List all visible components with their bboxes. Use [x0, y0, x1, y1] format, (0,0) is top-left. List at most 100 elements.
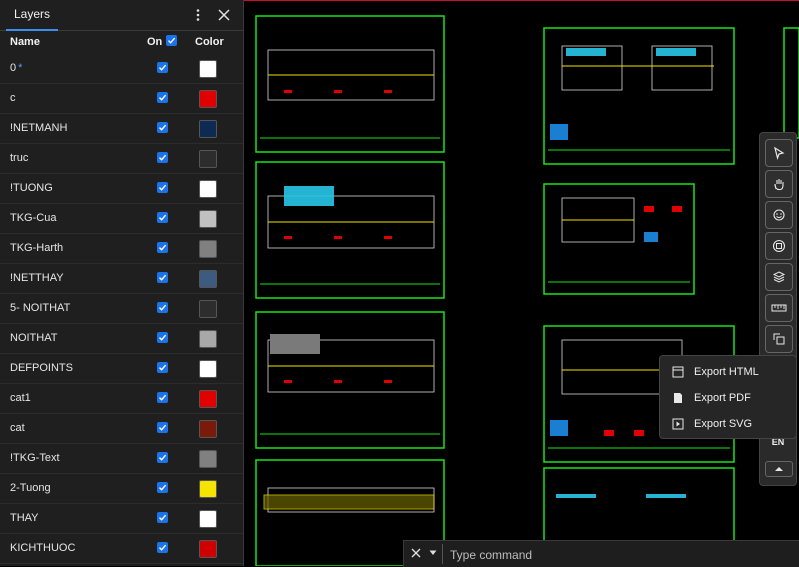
layer-row[interactable]: cat1	[0, 384, 243, 414]
command-input[interactable]	[448, 544, 792, 566]
layer-color-swatch[interactable]	[199, 510, 217, 528]
close-icon[interactable]	[214, 5, 234, 25]
column-color-header: Color	[195, 36, 224, 48]
layer-name: !TKG-Text	[10, 452, 60, 464]
column-header: Name On Color	[0, 30, 243, 54]
layer-color-swatch[interactable]	[199, 210, 217, 228]
layer-row[interactable]: !NETMANH	[0, 114, 243, 144]
layer-visibility-checkbox[interactable]	[157, 422, 168, 433]
layer-row[interactable]: truc	[0, 144, 243, 174]
layer-visibility-checkbox[interactable]	[157, 242, 168, 253]
layer-color-swatch[interactable]	[199, 360, 217, 378]
layer-row[interactable]: TKG-Harth	[0, 234, 243, 264]
layer-visibility-checkbox[interactable]	[157, 122, 168, 133]
layer-name: NOITHAT	[10, 332, 57, 344]
layer-name: cat	[10, 422, 25, 434]
layer-visibility-checkbox[interactable]	[157, 92, 168, 103]
layer-visibility-checkbox[interactable]	[157, 512, 168, 523]
layer-row[interactable]: KICHTHUOC	[0, 534, 243, 564]
layer-visibility-checkbox[interactable]	[157, 392, 168, 403]
export-svg-item[interactable]: Export SVG	[660, 411, 796, 437]
layer-name-text: c	[10, 92, 16, 104]
layer-name-text: !TKG-Text	[10, 452, 60, 464]
layer-name: truc	[10, 152, 28, 164]
layer-row[interactable]: DEFPOINTS	[0, 354, 243, 384]
layer-color-swatch[interactable]	[199, 150, 217, 168]
layer-name: cat1	[10, 392, 31, 404]
pan-hand-icon[interactable]	[765, 170, 793, 198]
drawing-canvas[interactable]	[244, 0, 799, 566]
zoom-extents-icon[interactable]	[765, 201, 793, 229]
caret-down-icon	[429, 550, 437, 555]
layer-name: c	[10, 92, 16, 104]
layer-visibility-checkbox[interactable]	[157, 152, 168, 163]
layer-color-swatch[interactable]	[199, 300, 217, 318]
layer-color-swatch[interactable]	[199, 120, 217, 138]
layer-row[interactable]: 0 *	[0, 54, 243, 84]
current-layer-marker: *	[18, 62, 23, 74]
layer-row[interactable]: THAY	[0, 504, 243, 534]
layer-row[interactable]: !TUONG	[0, 174, 243, 204]
export-html-label: Export HTML	[694, 366, 759, 378]
layer-name: 5- NOITHAT	[10, 302, 70, 314]
collapse-toolbar-button[interactable]	[765, 461, 793, 477]
layer-color-swatch[interactable]	[199, 240, 217, 258]
layer-color-swatch[interactable]	[199, 390, 217, 408]
layer-visibility-checkbox[interactable]	[157, 452, 168, 463]
layer-name: DEFPOINTS	[10, 362, 73, 374]
layer-name-text: 0	[10, 62, 17, 74]
zoom-window-icon[interactable]	[765, 232, 793, 260]
layer-color-swatch[interactable]	[199, 270, 217, 288]
layer-name: KICHTHUOC	[10, 542, 75, 554]
export-icon[interactable]	[765, 325, 793, 353]
layers-tab[interactable]: Layers	[6, 0, 59, 31]
layer-visibility-checkbox[interactable]	[157, 212, 168, 223]
layer-visibility-checkbox[interactable]	[157, 332, 168, 343]
layer-name: 0 *	[10, 62, 22, 74]
layer-row[interactable]: c	[0, 84, 243, 114]
layer-visibility-checkbox[interactable]	[157, 62, 168, 73]
export-pdf-item[interactable]: Export PDF	[660, 385, 796, 411]
layer-visibility-checkbox[interactable]	[157, 272, 168, 283]
export-html-item[interactable]: Export HTML	[660, 359, 796, 385]
column-on-header: On	[147, 36, 163, 48]
layer-color-swatch[interactable]	[199, 450, 217, 468]
close-icon[interactable]	[408, 545, 424, 561]
layer-name: 2-Tuong	[10, 482, 51, 494]
layer-row[interactable]: TKG-Cua	[0, 204, 243, 234]
toggle-all-checkbox[interactable]	[166, 35, 177, 46]
layer-name-text: NOITHAT	[10, 332, 58, 344]
layer-row[interactable]: !TKG-Text	[0, 444, 243, 474]
layer-name-text: truc	[10, 152, 29, 164]
panel-header: Layers	[0, 0, 243, 31]
layers-icon[interactable]	[765, 263, 793, 291]
layer-color-swatch[interactable]	[199, 90, 217, 108]
layer-name: !NETTHAY	[10, 272, 64, 284]
layer-visibility-checkbox[interactable]	[157, 302, 168, 313]
layer-name-text: !TUONG	[10, 182, 53, 194]
layer-color-swatch[interactable]	[199, 480, 217, 498]
layer-color-swatch[interactable]	[199, 420, 217, 438]
layer-row[interactable]: 5- NOITHAT	[0, 294, 243, 324]
layer-visibility-checkbox[interactable]	[157, 542, 168, 553]
measure-ruler-icon[interactable]	[765, 294, 793, 322]
layer-color-swatch[interactable]	[199, 60, 217, 78]
layer-row[interactable]: !NETTHAY	[0, 264, 243, 294]
layer-name-text: 5- NOITHAT	[10, 302, 71, 314]
layer-row[interactable]: cat	[0, 414, 243, 444]
layer-name-text: TKG-Cua	[10, 212, 57, 224]
layer-name-text: cat1	[10, 392, 31, 404]
layer-row[interactable]: NOITHAT	[0, 324, 243, 354]
layer-name-text: DEFPOINTS	[10, 362, 73, 374]
layer-visibility-checkbox[interactable]	[157, 362, 168, 373]
layer-visibility-checkbox[interactable]	[157, 182, 168, 193]
command-history-dropdown[interactable]	[426, 545, 440, 561]
layer-color-swatch[interactable]	[199, 330, 217, 348]
layer-list: 0 * c !NETMANH truc !TUONG TKG-Cua TKG-Harth !NE…	[0, 54, 243, 566]
layer-color-swatch[interactable]	[199, 540, 217, 558]
select-arrow-icon[interactable]	[765, 139, 793, 167]
more-options-icon[interactable]	[188, 5, 208, 25]
layer-row[interactable]: 2-Tuong	[0, 474, 243, 504]
layer-color-swatch[interactable]	[199, 180, 217, 198]
layer-visibility-checkbox[interactable]	[157, 482, 168, 493]
